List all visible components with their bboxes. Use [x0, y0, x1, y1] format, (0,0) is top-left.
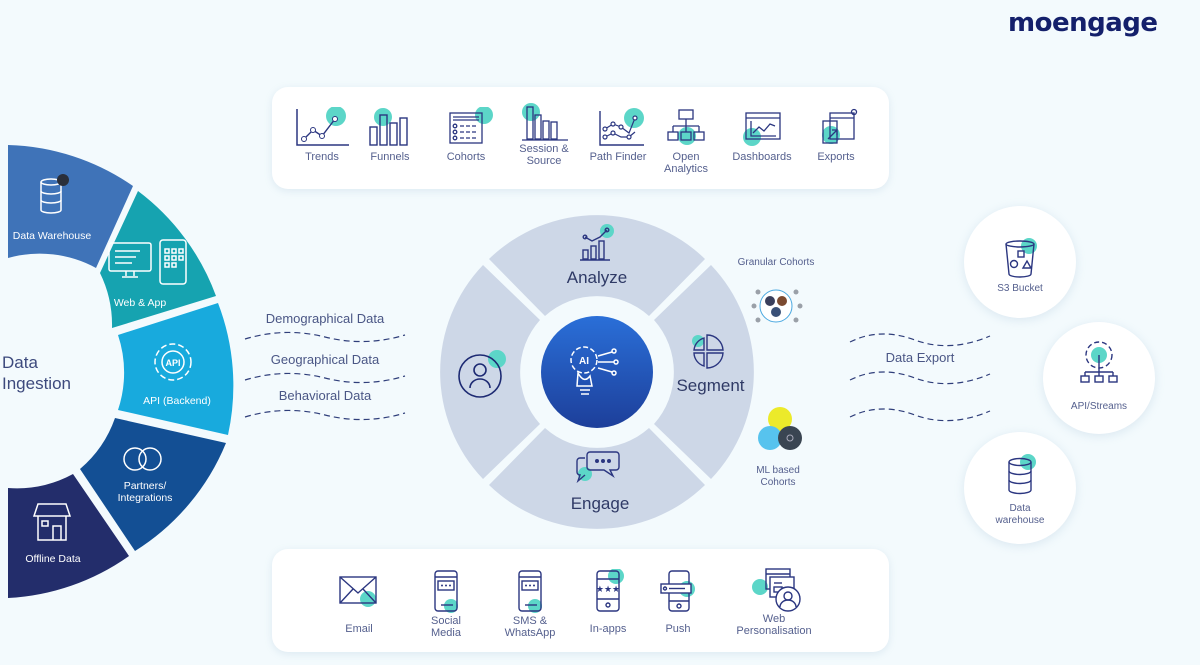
svg-text:API: API	[165, 358, 180, 368]
trends-line-chart-icon	[296, 107, 349, 146]
dashboard-window-icon	[743, 112, 781, 146]
flow-wave	[849, 333, 991, 347]
tool-label: Funnels	[370, 151, 410, 163]
wheel-sector-analyze	[489, 215, 705, 316]
tool-open-analytics[interactable]: Open Analytics	[646, 107, 726, 175]
user-profile-icon	[458, 350, 506, 398]
tool-cohorts[interactable]: Cohorts	[426, 107, 506, 163]
ingestion-title-line2: Ingestion	[2, 374, 71, 393]
database-icon	[1008, 454, 1036, 495]
segment-pie-icon	[692, 334, 724, 369]
ingestion-title: Data Ingestion	[2, 352, 71, 394]
api-streams-icon	[1080, 341, 1118, 383]
wheel-sector-profile	[440, 265, 540, 479]
wheel-sector-segment	[654, 265, 754, 479]
moengage-logo: moengage	[1008, 8, 1158, 38]
web-personalisation-icon	[752, 568, 801, 612]
tool-label: Dashboards	[732, 151, 792, 163]
ingestion-title-line1: Data	[2, 353, 38, 372]
export-target-s3[interactable]: S3 Bucket	[964, 206, 1076, 318]
push-phone-icon	[660, 570, 695, 612]
channel-label: In-apps	[589, 623, 627, 635]
flow-wave	[244, 331, 406, 343]
wheel-label-segment[interactable]: Segment	[668, 376, 753, 396]
channel-label: Social Media	[431, 615, 461, 639]
export-flow-waves	[849, 333, 991, 422]
ml-cohorts-label: ML based Cohorts	[756, 465, 800, 488]
ai-lightbulb-icon: AI	[570, 346, 619, 395]
analytics-tools-panel: Trends Funnels Cohorts Session & Source …	[272, 87, 889, 189]
segment-api	[118, 303, 234, 435]
s3-bucket-icon	[1005, 238, 1037, 278]
ai-core-circle	[541, 316, 653, 428]
in-app-phone-icon: ★★★	[596, 569, 624, 612]
session-source-bar-icon	[522, 103, 568, 141]
granular-cohorts-label: Granular Cohorts	[737, 257, 815, 268]
channel-in-apps[interactable]: ★★★ In-apps	[568, 569, 648, 635]
tool-dashboards[interactable]: Dashboards	[722, 107, 802, 163]
export-target-label: S3 Bucket	[997, 283, 1043, 294]
ingestion-source-label: Data Warehouse	[12, 230, 92, 242]
ingestion-flow-waves	[244, 331, 406, 421]
flow-wave	[244, 372, 406, 384]
export-target-label: API/Streams	[1070, 401, 1128, 412]
engage-chat-icon	[576, 451, 620, 484]
ml-cohorts-venn-icon	[758, 407, 802, 450]
tool-label: Exports	[817, 151, 855, 163]
email-envelope-icon	[339, 576, 377, 607]
tool-exports[interactable]: Exports	[796, 107, 876, 163]
export-target-data-warehouse[interactable]: Data warehouse	[964, 432, 1076, 544]
social-media-phone-icon	[434, 570, 458, 613]
tool-label: Open Analytics	[663, 151, 709, 175]
flow-wave	[244, 409, 406, 421]
channel-label: SMS & WhatsApp	[504, 615, 556, 639]
tool-session-source[interactable]: Session & Source	[504, 103, 584, 167]
granular-cohorts-icon	[751, 289, 803, 323]
ingestion-source-label: API (Backend)	[143, 395, 211, 407]
export-target-label: Data warehouse	[995, 503, 1045, 526]
channel-label: Push	[665, 623, 691, 635]
open-analytics-hierarchy-icon	[667, 109, 705, 145]
channel-label: Email	[345, 623, 373, 635]
analyze-chart-icon	[580, 224, 614, 261]
data-type-label: Demographical Data	[265, 311, 385, 326]
channel-web-personalisation[interactable]: Web Personalisation	[734, 567, 814, 637]
tool-funnels[interactable]: Funnels	[350, 107, 430, 163]
flow-wave	[849, 408, 991, 422]
exports-window-icon	[822, 108, 858, 144]
channel-email[interactable]: Email	[319, 569, 399, 635]
svg-text:★★★: ★★★	[596, 585, 620, 595]
flow-wave	[849, 371, 991, 385]
funnels-bar-chart-icon	[369, 108, 408, 146]
ingestion-source-label: Web & App	[113, 297, 167, 309]
tool-label: Session & Source	[519, 143, 569, 167]
cohorts-table-icon	[449, 107, 493, 144]
channel-social-media[interactable]: Social Media	[406, 569, 486, 639]
engagement-channels-panel: Email Social Media SMS & WhatsApp ★★★ In…	[272, 549, 889, 652]
tool-label: Cohorts	[446, 151, 486, 163]
ingestion-source-label: Offline Data	[25, 553, 81, 565]
sms-phone-icon	[518, 570, 542, 613]
channel-label: Web Personalisation	[736, 613, 812, 637]
svg-text:AI: AI	[579, 356, 589, 367]
export-target-api-streams[interactable]: API/Streams	[1043, 322, 1155, 434]
path-finder-icon	[599, 108, 644, 146]
wheel-label-analyze[interactable]: Analyze	[547, 268, 647, 288]
wheel-label-engage[interactable]: Engage	[550, 494, 650, 514]
channel-push[interactable]: Push	[638, 569, 718, 635]
ingestion-arc: API	[8, 145, 234, 598]
ingestion-source-label: Partners/ Integrations	[117, 480, 173, 504]
channel-sms-whatsapp[interactable]: SMS & WhatsApp	[490, 569, 570, 639]
